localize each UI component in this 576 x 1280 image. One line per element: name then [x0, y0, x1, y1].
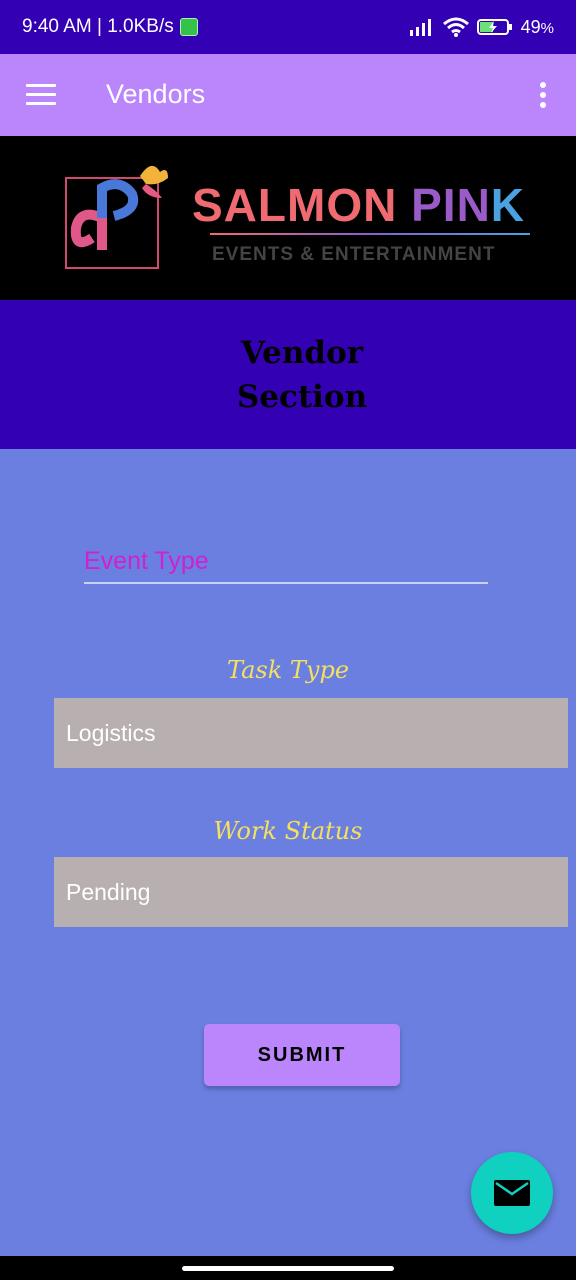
submit-button[interactable]: SUBMIT	[204, 1024, 400, 1086]
brand-name-part1: SALMON	[192, 179, 412, 231]
hamburger-menu-icon[interactable]	[26, 84, 56, 106]
brand-name-part2: PIN	[411, 179, 491, 231]
task-type-select[interactable]: Logistics	[54, 698, 568, 768]
work-status-label: Work Status	[213, 817, 363, 845]
brand-logo-icon	[65, 165, 168, 269]
mail-fab-button[interactable]	[471, 1152, 553, 1234]
toolbar-title: Vendors	[106, 79, 206, 109]
status-time-speed: 9:40 AM | 1.0KB/s	[22, 16, 174, 37]
status-bar: 9:40 AM | 1.0KB/s 49%	[0, 0, 576, 54]
section-title: Vendor Section	[236, 334, 368, 415]
battery-percent: 49%	[520, 16, 554, 37]
work-status-select[interactable]: Pending	[54, 857, 568, 927]
home-indicator[interactable]	[182, 1266, 394, 1271]
brand-name: SALMON PINK	[192, 181, 525, 229]
mail-icon	[494, 1180, 530, 1206]
work-status-value: Pending	[66, 878, 151, 905]
wifi-icon	[442, 17, 469, 37]
brand-tagline: EVENTS & ENTERTAINMENT	[212, 244, 496, 265]
app-toolbar: Vendors	[0, 54, 576, 136]
battery-charging-icon	[476, 19, 512, 35]
more-vert-icon[interactable]	[534, 82, 552, 112]
brand-name-part3: K	[490, 179, 526, 231]
brand-banner: SALMON PINK EVENTS & ENTERTAINMENT	[0, 136, 576, 300]
notification-app-icon	[179, 18, 198, 36]
status-right: 49%	[409, 17, 554, 38]
task-type-value: Logistics	[66, 719, 156, 746]
event-type-input[interactable]	[84, 540, 488, 584]
section-header: Vendor Section	[0, 300, 576, 449]
brand-divider	[210, 233, 530, 235]
signal-icon	[409, 19, 431, 36]
task-type-label: Task Type	[226, 656, 350, 684]
status-left: 9:40 AM | 1.0KB/s	[22, 16, 198, 38]
